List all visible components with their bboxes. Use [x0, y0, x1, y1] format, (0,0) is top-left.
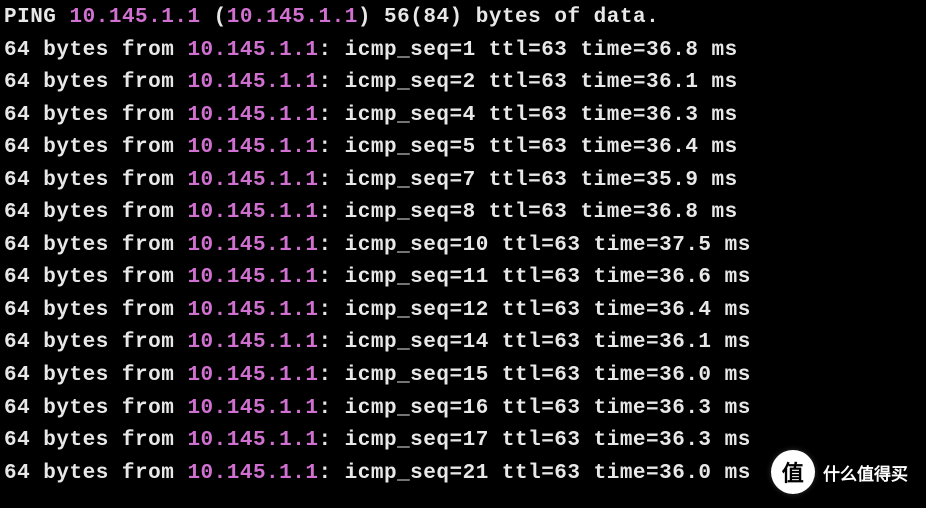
- reply-ip: 10.145.1.1: [187, 331, 318, 354]
- reply-stats: : icmp_seq=7 ttl=63 time=35.9 ms: [318, 169, 737, 192]
- reply-stats: : icmp_seq=15 ttl=63 time=36.0 ms: [318, 364, 750, 387]
- reply-ip: 10.145.1.1: [187, 136, 318, 159]
- watermark-text: 什么值得买: [823, 460, 908, 485]
- reply-stats: : icmp_seq=11 ttl=63 time=36.6 ms: [318, 266, 750, 289]
- reply-stats: : icmp_seq=16 ttl=63 time=36.3 ms: [318, 397, 750, 420]
- reply-ip: 10.145.1.1: [187, 429, 318, 452]
- reply-prefix: 64 bytes from: [4, 169, 187, 192]
- ping-reply-line: 64 bytes from 10.145.1.1: icmp_seq=4 ttl…: [4, 100, 922, 133]
- ping-reply-line: 64 bytes from 10.145.1.1: icmp_seq=15 tt…: [4, 360, 922, 393]
- reply-prefix: 64 bytes from: [4, 462, 187, 485]
- reply-ip: 10.145.1.1: [187, 234, 318, 257]
- reply-prefix: 64 bytes from: [4, 39, 187, 62]
- reply-prefix: 64 bytes from: [4, 71, 187, 94]
- reply-prefix: 64 bytes from: [4, 104, 187, 127]
- reply-prefix: 64 bytes from: [4, 331, 187, 354]
- reply-prefix: 64 bytes from: [4, 136, 187, 159]
- reply-prefix: 64 bytes from: [4, 397, 187, 420]
- paren-open: (: [214, 6, 227, 29]
- ping-target-ip: 10.145.1.1: [70, 6, 201, 29]
- reply-prefix: 64 bytes from: [4, 234, 187, 257]
- ping-size-text: 56(84) bytes of data.: [384, 6, 659, 29]
- reply-stats: : icmp_seq=1 ttl=63 time=36.8 ms: [318, 39, 737, 62]
- reply-ip: 10.145.1.1: [187, 397, 318, 420]
- ping-reply-line: 64 bytes from 10.145.1.1: icmp_seq=5 ttl…: [4, 132, 922, 165]
- reply-ip: 10.145.1.1: [187, 39, 318, 62]
- reply-stats: : icmp_seq=17 ttl=63 time=36.3 ms: [318, 429, 750, 452]
- reply-prefix: 64 bytes from: [4, 429, 187, 452]
- watermark-icon: 值: [771, 450, 815, 494]
- ping-reply-line: 64 bytes from 10.145.1.1: icmp_seq=12 tt…: [4, 295, 922, 328]
- ping-reply-line: 64 bytes from 10.145.1.1: icmp_seq=10 tt…: [4, 230, 922, 263]
- watermark-badge: 值 什么值得买: [771, 450, 908, 494]
- reply-prefix: 64 bytes from: [4, 299, 187, 322]
- ping-replies: 64 bytes from 10.145.1.1: icmp_seq=1 ttl…: [4, 35, 922, 491]
- paren-close: ): [358, 6, 371, 29]
- reply-stats: : icmp_seq=8 ttl=63 time=36.8 ms: [318, 201, 737, 224]
- reply-ip: 10.145.1.1: [187, 201, 318, 224]
- reply-ip: 10.145.1.1: [187, 299, 318, 322]
- reply-ip: 10.145.1.1: [187, 169, 318, 192]
- reply-stats: : icmp_seq=2 ttl=63 time=36.1 ms: [318, 71, 737, 94]
- reply-ip: 10.145.1.1: [187, 71, 318, 94]
- ping-command: PING: [4, 6, 56, 29]
- reply-ip: 10.145.1.1: [187, 104, 318, 127]
- reply-prefix: 64 bytes from: [4, 364, 187, 387]
- ping-reply-line: 64 bytes from 10.145.1.1: icmp_seq=8 ttl…: [4, 197, 922, 230]
- reply-stats: : icmp_seq=21 ttl=63 time=36.0 ms: [318, 462, 750, 485]
- ping-reply-line: 64 bytes from 10.145.1.1: icmp_seq=16 tt…: [4, 393, 922, 426]
- reply-prefix: 64 bytes from: [4, 266, 187, 289]
- ping-reply-line: 64 bytes from 10.145.1.1: icmp_seq=2 ttl…: [4, 67, 922, 100]
- reply-stats: : icmp_seq=4 ttl=63 time=36.3 ms: [318, 104, 737, 127]
- ping-resolved-ip: 10.145.1.1: [227, 6, 358, 29]
- reply-ip: 10.145.1.1: [187, 266, 318, 289]
- reply-stats: : icmp_seq=14 ttl=63 time=36.1 ms: [318, 331, 750, 354]
- ping-reply-line: 64 bytes from 10.145.1.1: icmp_seq=11 tt…: [4, 262, 922, 295]
- reply-ip: 10.145.1.1: [187, 462, 318, 485]
- reply-stats: : icmp_seq=10 ttl=63 time=37.5 ms: [318, 234, 750, 257]
- reply-stats: : icmp_seq=12 ttl=63 time=36.4 ms: [318, 299, 750, 322]
- ping-reply-line: 64 bytes from 10.145.1.1: icmp_seq=7 ttl…: [4, 165, 922, 198]
- ping-reply-line: 64 bytes from 10.145.1.1: icmp_seq=1 ttl…: [4, 35, 922, 68]
- reply-prefix: 64 bytes from: [4, 201, 187, 224]
- reply-stats: : icmp_seq=5 ttl=63 time=36.4 ms: [318, 136, 737, 159]
- ping-header-line: PING 10.145.1.1 (10.145.1.1) 56(84) byte…: [4, 2, 922, 35]
- terminal-output: PING 10.145.1.1 (10.145.1.1) 56(84) byte…: [4, 2, 922, 490]
- ping-reply-line: 64 bytes from 10.145.1.1: icmp_seq=14 tt…: [4, 327, 922, 360]
- reply-ip: 10.145.1.1: [187, 364, 318, 387]
